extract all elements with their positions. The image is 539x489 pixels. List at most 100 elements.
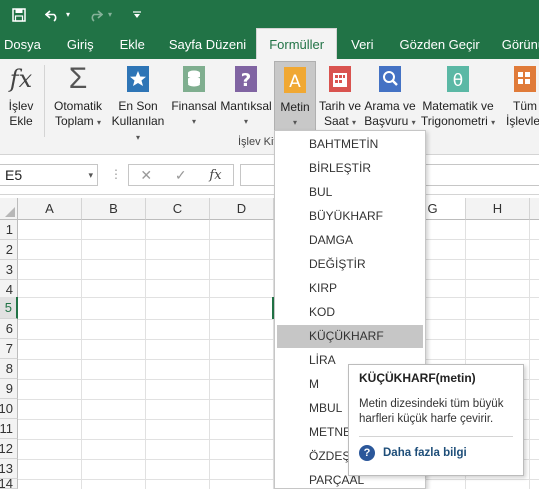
chevron-down-icon[interactable]: ▾ (88, 165, 93, 185)
recent-label: En Son (118, 99, 158, 113)
autosum-label: Otomatik (53, 99, 102, 113)
column-header-c[interactable]: C (146, 198, 210, 220)
chevron-down-icon: ▾ (135, 133, 140, 142)
row-header[interactable]: 12 (0, 439, 18, 459)
menu-item-buyukharf[interactable]: BÜYÜKHARF (277, 205, 423, 228)
column-header-h[interactable]: H (466, 198, 530, 220)
grip-dots-icon[interactable]: ⋮ (110, 167, 122, 181)
undo-icon[interactable] (42, 4, 64, 26)
ribbon-formulas: fx İşlev Ekle Σ Otomatik Toplam ▾ En Son… (0, 59, 539, 155)
gridline (529, 220, 530, 489)
menu-item-birlestir[interactable]: BİRLEŞTİR (277, 157, 423, 180)
name-box-value: E5 (5, 167, 23, 183)
datetime-button[interactable]: Tarih ve Saat ▾ (316, 63, 364, 130)
row-header[interactable]: 6 (0, 319, 18, 339)
menu-item-kod[interactable]: KOD (277, 301, 423, 324)
autosum-label-2: Toplam (54, 114, 94, 128)
gridline (145, 220, 146, 489)
enter-icon[interactable]: ✓ (175, 167, 187, 184)
lookup-label: Arama ve (364, 99, 416, 113)
more-functions-icon (509, 63, 539, 95)
insert-function-button[interactable]: fx İşlev Ekle (4, 63, 38, 129)
recent-label-2: Kullanılan (111, 114, 165, 128)
chevron-down-icon: ▾ (191, 117, 196, 126)
chevron-down-icon: ▾ (411, 118, 416, 127)
column-header-b[interactable]: B (82, 198, 146, 220)
math-trig-button[interactable]: θ Matematik ve Trigonometri ▾ (418, 63, 498, 130)
svg-text:θ: θ (453, 71, 463, 91)
undo-dropdown-icon[interactable]: ▾ (64, 4, 72, 26)
more-info-label[interactable]: Daha fazla bilgi (383, 447, 467, 459)
column-header-i[interactable] (530, 198, 539, 220)
row-header[interactable]: 7 (0, 339, 18, 359)
save-icon[interactable] (8, 4, 30, 26)
row-header[interactable]: 2 (0, 240, 18, 260)
menu-item-degistir[interactable]: DEĞİŞTİR (277, 253, 423, 276)
tooltip-body: Metin dizesindeki tüm büyük harfleri küç… (359, 398, 504, 425)
ribbon-tabs: Dosya Giriş Ekle Sayfa Düzeni Formüller … (0, 28, 539, 59)
formula-buttons: ✕ ✓ fx (128, 164, 234, 186)
select-all-corner[interactable] (0, 198, 18, 220)
more-functions-button[interactable]: Tüm İşlevler (500, 63, 539, 129)
chevron-down-icon: ▾ (243, 117, 248, 126)
more-label-2: İşlevler (505, 114, 539, 128)
menu-item-damga[interactable]: DAMGA (277, 229, 423, 252)
text-functions-button[interactable]: A Metin ▾ (274, 61, 316, 133)
column-header-d[interactable]: D (210, 198, 274, 220)
svg-text:?: ? (241, 70, 251, 91)
lookup-label-2: Başvuru (364, 114, 409, 128)
title-bar: ▾ ▾ (0, 0, 539, 29)
recent-functions-button[interactable]: En Son Kullanılan ▾ (108, 63, 168, 145)
tab-gorunum[interactable]: Görünüm (492, 29, 539, 59)
row-header[interactable]: 3 (0, 260, 18, 280)
row-header-selected[interactable]: 5 (0, 297, 18, 319)
more-label: Tüm (513, 99, 537, 113)
insert-function-label-2: Ekle (9, 114, 33, 128)
cancel-icon[interactable]: ✕ (140, 167, 152, 184)
function-tooltip: KÜÇÜKHARF(metin) Metin dizesindeki tüm b… (348, 364, 524, 476)
tooltip-divider (359, 436, 513, 437)
tab-formuller[interactable]: Formüller (256, 28, 338, 59)
chevron-down-icon: ▾ (352, 118, 357, 127)
insert-function-label: İşlev (8, 99, 34, 113)
datetime-label-2: Saat (323, 114, 349, 128)
financial-icon (178, 63, 210, 95)
name-box[interactable]: E5 ▾ (0, 164, 98, 186)
svg-text:A: A (289, 72, 301, 92)
row-header[interactable]: 14 (0, 479, 18, 489)
row-header[interactable]: 11 (0, 419, 18, 439)
lookup-button[interactable]: Arama ve Başvuru ▾ (362, 63, 418, 130)
fx-icon: fx (9, 64, 33, 93)
tab-veri[interactable]: Veri (337, 29, 387, 59)
row-header[interactable]: 13 (0, 459, 18, 479)
question-icon: ? (230, 63, 262, 95)
calendar-icon (324, 63, 356, 95)
redo-dropdown-icon: ▾ (107, 10, 112, 19)
row-header[interactable]: 9 (0, 379, 18, 399)
help-icon: ? (359, 445, 375, 461)
menu-item-bahtmetin[interactable]: BAHTMETİN (277, 133, 423, 156)
formula-bar: E5 ▾ ⋮ ✕ ✓ fx (0, 155, 539, 195)
math-label-2: Trigonometri (420, 114, 488, 128)
tab-gozden-gecir[interactable]: Gözden Geçir (388, 29, 492, 59)
row-header[interactable]: 10 (0, 399, 18, 419)
tab-ekle[interactable]: Ekle (106, 29, 159, 59)
financial-button[interactable]: Finansal ▾ (170, 63, 218, 129)
logical-button[interactable]: ? Mantıksal ▾ (218, 63, 274, 129)
insert-function-fx-icon[interactable]: fx (209, 168, 221, 183)
ribbon-group-label: İşlev Kit (238, 136, 277, 148)
more-info-link[interactable]: ? Daha fazla bilgi (359, 445, 513, 461)
tab-sayfa-duzeni[interactable]: Sayfa Düzeni (159, 29, 256, 59)
tab-dosya[interactable]: Dosya (0, 29, 55, 59)
row-header[interactable]: 1 (0, 220, 18, 240)
menu-item-kucukharf[interactable]: KÜÇÜKHARF (277, 325, 423, 348)
lookup-search-icon (374, 63, 406, 95)
tab-giris[interactable]: Giriş (55, 29, 106, 59)
financial-label: Finansal (171, 99, 217, 113)
customize-icon[interactable] (126, 4, 148, 26)
autosum-button[interactable]: Σ Otomatik Toplam ▾ (50, 63, 106, 130)
column-header-a[interactable]: A (18, 198, 82, 220)
menu-item-kirp[interactable]: KIRP (277, 277, 423, 300)
row-header[interactable]: 8 (0, 359, 18, 379)
menu-item-bul[interactable]: BUL (277, 181, 423, 204)
